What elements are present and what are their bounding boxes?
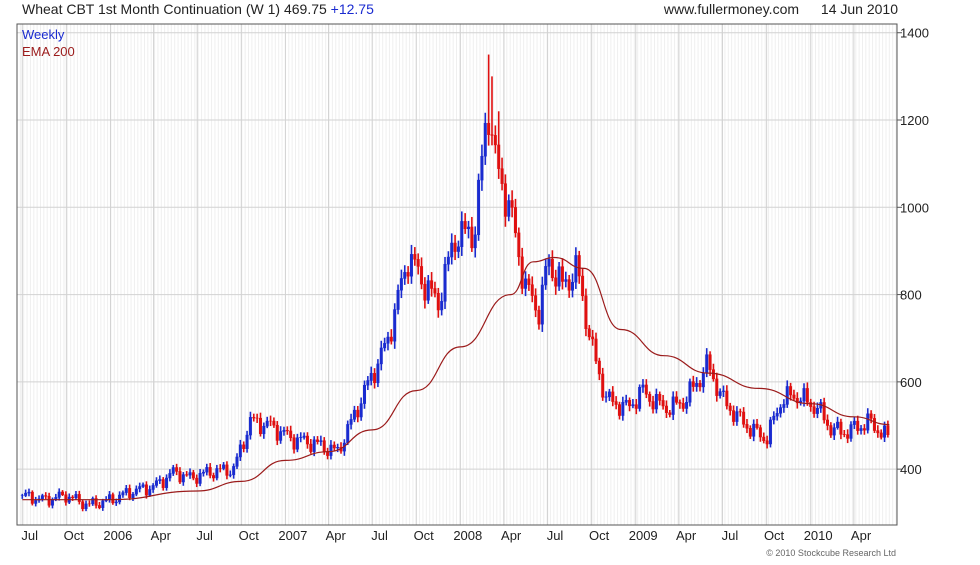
x-tick-label: 2009	[629, 528, 658, 543]
price-chart: Jul Oct 2006 Apr Jul Oct 2007 Apr Jul Oct 2008 Apr J…	[16, 23, 929, 543]
x-tick-label: 2010	[804, 528, 833, 543]
x-tick-label: 2006	[103, 528, 132, 543]
x-tick-label: Apr	[326, 528, 347, 543]
legend-ema: EMA 200	[22, 44, 75, 59]
x-tick-label: Jul	[722, 528, 739, 543]
y-tick-label: 600	[900, 375, 922, 390]
x-tick-label: Jul	[196, 528, 213, 543]
copyright: © 2010 Stockcube Research Ltd	[766, 548, 896, 558]
x-tick-label: Oct	[414, 528, 435, 543]
x-tick-label: Oct	[764, 528, 785, 543]
chart-title: Wheat CBT 1st Month Continuation (W 1) 4…	[22, 1, 327, 17]
chart-root: Jul Oct 2006 Apr Jul Oct 2007 Apr Jul Oct 2008 Apr J…	[0, 0, 980, 560]
chart-title-bar: Wheat CBT 1st Month Continuation (W 1) 4…	[22, 1, 374, 17]
x-tick-label: Apr	[151, 528, 172, 543]
x-tick-label: Apr	[676, 528, 697, 543]
y-tick-label: 1200	[900, 113, 929, 128]
x-tick-label: Jul	[21, 528, 38, 543]
site-link[interactable]: www.fullermoney.com	[664, 1, 799, 17]
x-tick-label: Apr	[501, 528, 522, 543]
y-tick-label: 800	[900, 288, 922, 303]
x-tick-label: Oct	[589, 528, 610, 543]
x-tick-label: Jul	[547, 528, 564, 543]
x-tick-label: Apr	[851, 528, 872, 543]
x-tick-label: Oct	[64, 528, 85, 543]
x-tick-label: 2008	[453, 528, 482, 543]
y-tick-label: 1400	[900, 26, 929, 41]
y-tick-label: 400	[900, 462, 922, 477]
x-tick-label: Jul	[371, 528, 388, 543]
chart-source-bar: www.fullermoney.com 14 Jun 2010	[664, 1, 898, 17]
x-tick-label: 2007	[278, 528, 307, 543]
y-tick-label: 1000	[900, 200, 929, 215]
chart-date: 14 Jun 2010	[820, 1, 898, 17]
x-tick-label: Oct	[239, 528, 260, 543]
legend-weekly: Weekly	[22, 27, 65, 42]
price-change: +12.75	[330, 1, 374, 17]
